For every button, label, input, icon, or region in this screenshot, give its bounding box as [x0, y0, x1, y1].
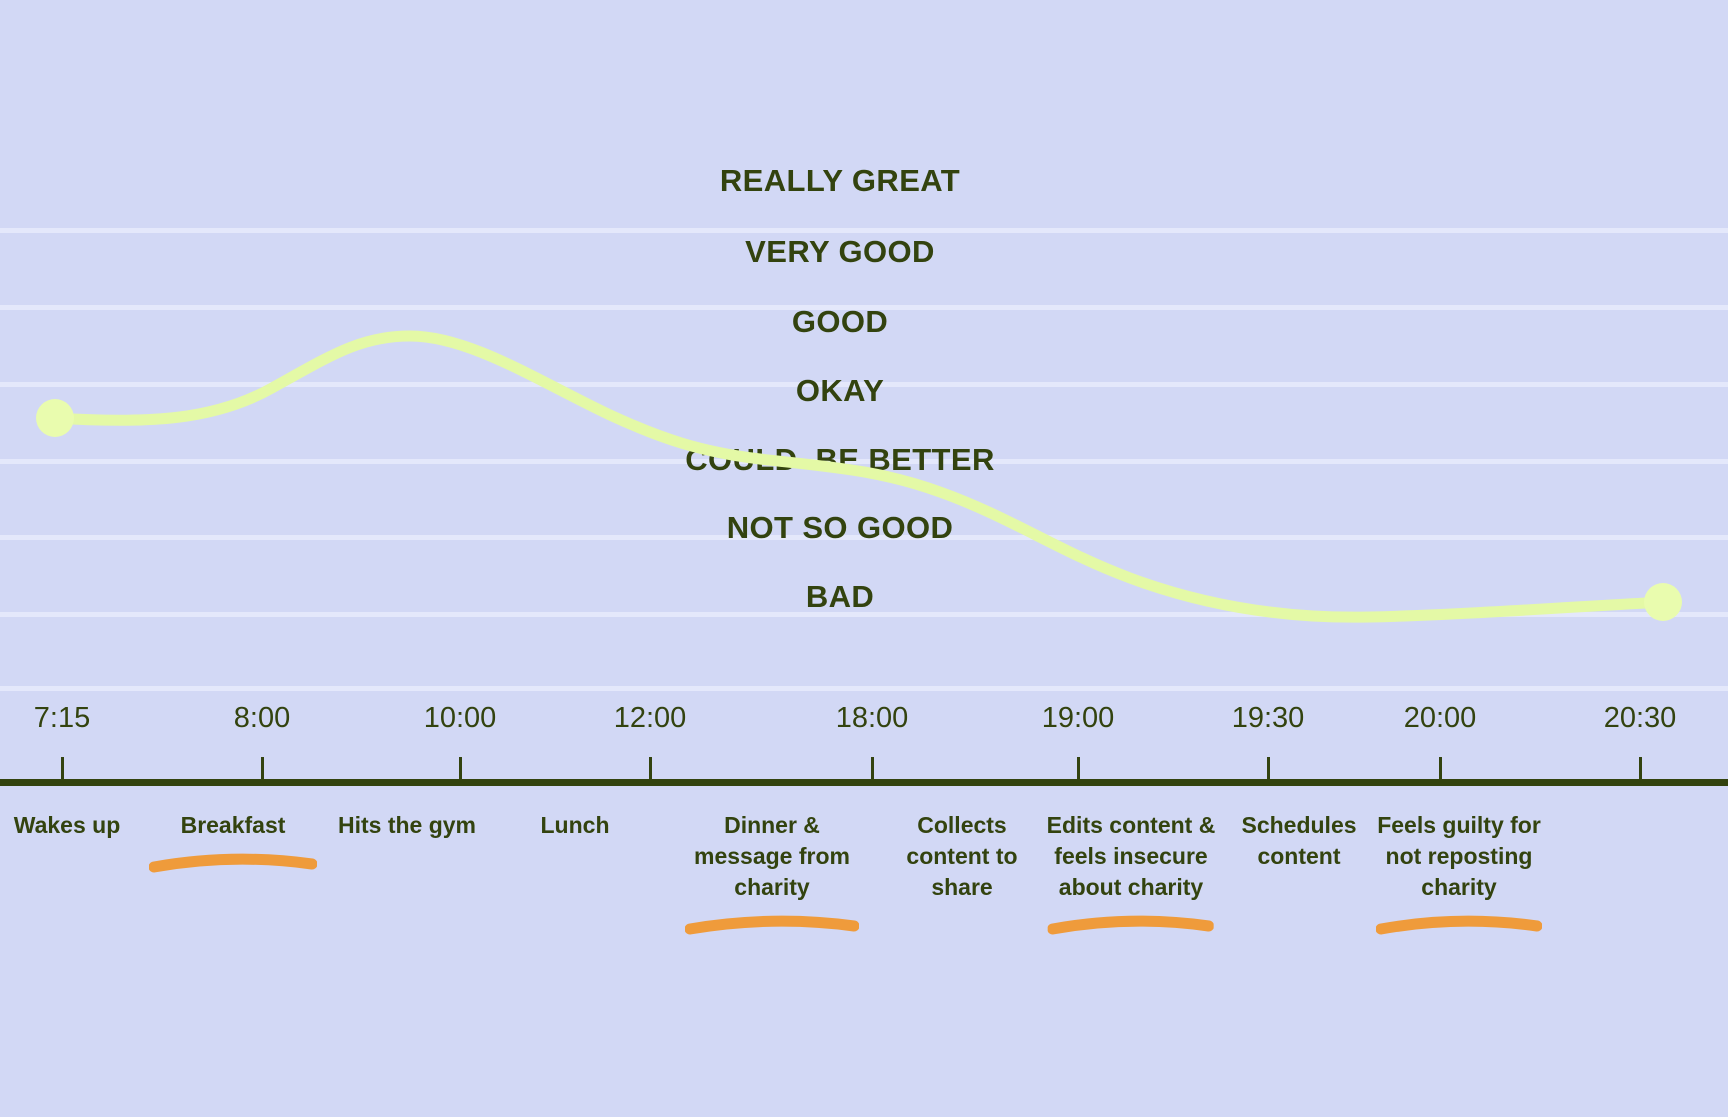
time-axis-label: 12:00: [613, 702, 687, 734]
event-label: Breakfast: [180, 812, 286, 838]
tick-mark: [1077, 757, 1080, 782]
event-underline-stroke: [149, 853, 317, 873]
event-item[interactable]: Collects content to share: [906, 786, 1017, 903]
mood-timeline-chart: REALLY GREAT VERY GOOD GOOD OKAY COULD BE BE…: [0, 0, 1728, 1117]
event-label: Dinner & message from charity: [694, 812, 850, 900]
tick-mark: [459, 757, 462, 782]
event-label: Hits the gym: [337, 812, 477, 838]
event-item[interactable]: Feels guilty for not reposting charity: [1376, 786, 1542, 935]
event-item[interactable]: Hits the gym: [338, 786, 476, 841]
time-axis-label: 20:00: [1403, 702, 1477, 734]
event-label: Feels guilty for not reposting charity: [1377, 812, 1541, 900]
tick-mark: [1267, 757, 1270, 782]
time-axis-label: 18:00: [835, 702, 909, 734]
tick-mark: [61, 757, 64, 782]
event-label: Edits content & feels insecure about cha…: [1046, 812, 1216, 900]
event-item[interactable]: Schedules content: [1241, 786, 1356, 872]
time-axis-label: 19:00: [1041, 702, 1115, 734]
time-axis-label: 7:15: [33, 702, 91, 734]
event-label: Wakes up: [13, 812, 121, 838]
tick-mark: [1439, 757, 1442, 782]
tick-mark: [1639, 757, 1642, 782]
tick-mark: [871, 757, 874, 782]
event-item[interactable]: Lunch: [541, 786, 610, 841]
event-label: Schedules content: [1241, 812, 1357, 869]
event-item[interactable]: Breakfast: [149, 786, 317, 873]
event-label: Lunch: [540, 812, 610, 838]
event-label: Collects content to share: [906, 812, 1018, 900]
event-item[interactable]: Wakes up: [14, 786, 121, 841]
event-item[interactable]: Dinner & message from charity: [685, 786, 859, 935]
event-list: Wakes up Breakfast Hits the gym Lunch Dinner…: [0, 786, 1728, 1117]
tick-mark: [649, 757, 652, 782]
time-axis-label: 19:30: [1231, 702, 1305, 734]
time-axis-label: 20:30: [1603, 702, 1677, 734]
event-underline-stroke: [1376, 915, 1542, 935]
event-item[interactable]: Edits content & feels insecure about cha…: [1046, 786, 1216, 935]
time-axis-label: 8:00: [233, 702, 291, 734]
event-underline-stroke: [1047, 915, 1214, 935]
event-underline-stroke: [685, 915, 859, 935]
tick-mark: [261, 757, 264, 782]
time-axis-label: 10:00: [423, 702, 497, 734]
